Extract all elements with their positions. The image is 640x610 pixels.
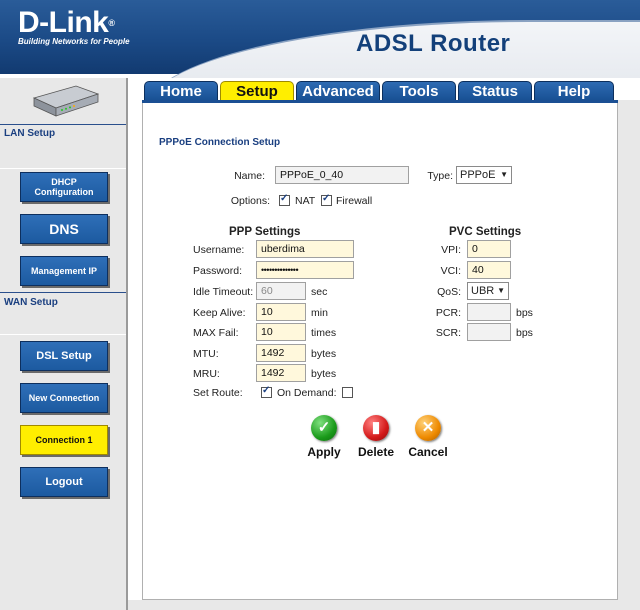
apply-button[interactable]: ✓ Apply xyxy=(299,415,349,459)
password-field[interactable]: •••••••••••••• xyxy=(256,261,354,279)
idle-timeout-unit: sec xyxy=(311,286,328,298)
delete-button[interactable]: ▮ Delete xyxy=(351,415,401,459)
mtu-label: MTU: xyxy=(193,348,219,360)
options-label: Options: xyxy=(230,195,270,207)
header: D-Link® Building Networks for People ADS… xyxy=(0,0,640,78)
bottom-gutter xyxy=(128,600,640,610)
nat-checkbox[interactable] xyxy=(279,193,290,206)
tab-setup[interactable]: Setup xyxy=(220,81,294,101)
dhcp-configuration-button[interactable]: DHCP Configuration xyxy=(20,172,108,202)
set-route-checkbox[interactable] xyxy=(261,385,272,398)
tab-status[interactable]: Status xyxy=(458,81,532,101)
tab-tools[interactable]: Tools xyxy=(382,81,456,101)
tab-bar: Home Setup Advanced Tools Status Help xyxy=(128,78,640,101)
type-select[interactable]: PPPoE ▼ xyxy=(456,166,512,184)
keep-alive-field[interactable]: 10 xyxy=(256,303,306,321)
on-demand-checkbox[interactable] xyxy=(342,387,353,398)
scr-unit: bps xyxy=(516,327,533,339)
dropdown-arrow-icon: ▼ xyxy=(497,286,505,295)
idle-timeout-field[interactable]: 60 xyxy=(256,282,306,300)
nat-label: NAT xyxy=(295,195,316,207)
ppp-settings-title: PPP Settings xyxy=(229,226,301,238)
max-fail-field[interactable]: 10 xyxy=(256,323,306,341)
close-icon: ✕ xyxy=(415,415,441,441)
pcr-unit: bps xyxy=(516,307,533,319)
brand-tagline: Building Networks for People xyxy=(18,37,130,46)
vpi-field[interactable]: 0 xyxy=(467,240,511,258)
firewall-label: Firewall xyxy=(336,195,373,207)
on-demand-label: On Demand: xyxy=(277,387,337,399)
sidebar-divider xyxy=(0,292,126,293)
dropdown-arrow-icon: ▼ xyxy=(500,170,508,179)
name-label: Name: xyxy=(234,170,265,182)
product-title: ADSL Router xyxy=(356,30,511,57)
vpi-label: VPI: xyxy=(441,244,461,256)
tab-help[interactable]: Help xyxy=(534,81,614,101)
pcr-label: PCR: xyxy=(435,307,461,319)
cancel-button[interactable]: ✕ Cancel xyxy=(403,415,453,459)
pcr-field[interactable] xyxy=(467,303,511,321)
mtu-field[interactable]: 1492 xyxy=(256,344,306,362)
vci-field[interactable]: 40 xyxy=(467,261,511,279)
max-fail-label: MAX Fail: xyxy=(193,327,239,339)
cancel-label: Cancel xyxy=(408,445,448,459)
keep-alive-unit: min xyxy=(311,307,328,319)
sidebar-separator xyxy=(0,168,126,169)
trash-icon: ▮ xyxy=(363,415,389,441)
type-label: Type: xyxy=(427,170,453,182)
mtu-unit: bytes xyxy=(311,348,337,360)
mru-label: MRU: xyxy=(193,368,220,380)
qos-select[interactable]: UBR ▼ xyxy=(467,282,509,300)
new-connection-button[interactable]: New Connection xyxy=(20,383,108,413)
apply-label: Apply xyxy=(307,445,341,459)
check-icon: ✓ xyxy=(311,415,337,441)
router-device-icon xyxy=(32,85,100,117)
vci-label: VCI: xyxy=(440,265,461,277)
password-label: Password: xyxy=(193,265,243,277)
sidebar-divider xyxy=(0,124,126,125)
sidebar: LAN Setup DHCP Configuration DNS Managem… xyxy=(0,78,128,610)
content-panel: PPPoE Connection Setup Name: PPPoE_0_40 … xyxy=(142,103,618,600)
username-label: Username: xyxy=(193,244,245,256)
qos-select-value: UBR xyxy=(471,285,495,297)
idle-timeout-label: Idle Timeout: xyxy=(193,286,254,298)
keep-alive-label: Keep Alive: xyxy=(193,307,246,319)
wan-setup-heading: WAN Setup xyxy=(4,297,58,308)
tab-advanced[interactable]: Advanced xyxy=(296,81,380,101)
dns-button[interactable]: DNS xyxy=(20,214,108,244)
connection-1-button[interactable]: Connection 1 xyxy=(20,425,108,455)
scr-label: SCR: xyxy=(435,327,461,339)
logout-button[interactable]: Logout xyxy=(20,467,108,497)
firewall-checkbox[interactable] xyxy=(321,193,332,206)
dsl-setup-button[interactable]: DSL Setup xyxy=(20,341,108,371)
mru-unit: bytes xyxy=(311,368,337,380)
qos-label: QoS: xyxy=(437,286,461,298)
connection-name-field[interactable]: PPPoE_0_40 xyxy=(275,166,409,184)
username-field[interactable]: uberdima xyxy=(256,240,354,258)
dlink-logo: D-Link® Building Networks for People xyxy=(18,6,130,47)
lan-setup-heading: LAN Setup xyxy=(4,128,56,139)
pvc-settings-title: PVC Settings xyxy=(449,226,522,238)
page-title: PPPoE Connection Setup xyxy=(159,137,281,148)
set-route-label: Set Route: xyxy=(193,387,243,399)
scr-field[interactable] xyxy=(467,323,511,341)
tab-home[interactable]: Home xyxy=(144,81,218,101)
type-select-value: PPPoE xyxy=(460,169,496,181)
max-fail-unit: times xyxy=(311,327,337,339)
management-ip-button[interactable]: Management IP xyxy=(20,256,108,286)
right-gutter xyxy=(618,100,640,610)
delete-label: Delete xyxy=(357,445,395,459)
mru-field[interactable]: 1492 xyxy=(256,364,306,382)
brand-name: D-Link xyxy=(18,6,109,39)
sidebar-separator xyxy=(0,334,126,335)
